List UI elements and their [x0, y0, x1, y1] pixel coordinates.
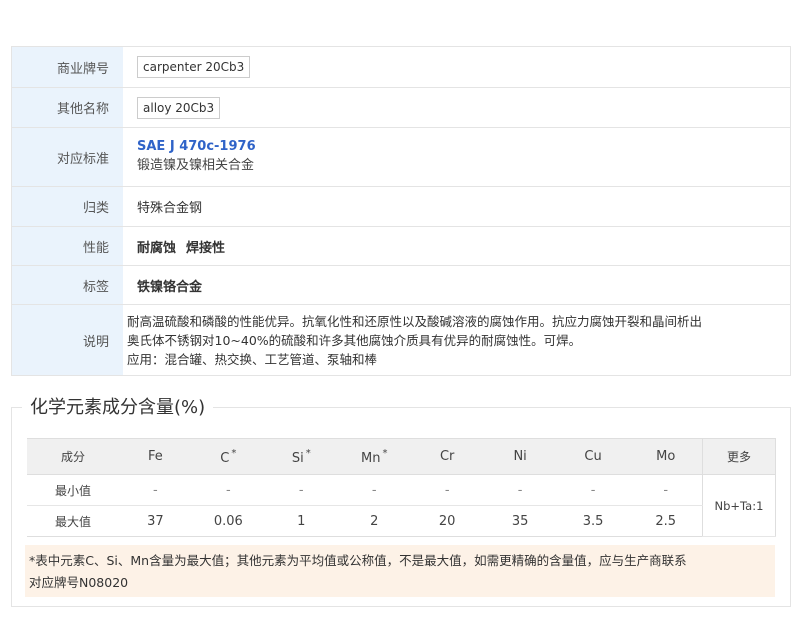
max-c: 0.06	[191, 505, 265, 537]
header-component: 成分	[27, 438, 119, 475]
trade-name-label: 商业牌号	[12, 47, 123, 87]
max-si: 1	[264, 505, 338, 537]
element-symbol: Ni	[513, 449, 527, 464]
max-mn: 2	[337, 505, 411, 537]
note-line: 对应牌号N08020	[29, 575, 129, 590]
header-element-mn: Mn *	[337, 438, 411, 475]
category-value: 特殊合金钢	[123, 187, 790, 226]
header-element-ni: Ni	[483, 438, 557, 475]
standard-description: 锻造镍及镍相关合金	[137, 158, 255, 173]
description-line: 应用：混合罐、热交换、工艺管道、泵轴和棒	[127, 351, 378, 367]
asterisk: *	[382, 447, 388, 459]
category-label: 归类	[12, 187, 123, 226]
asterisk: *	[305, 447, 311, 459]
min-c: -	[191, 474, 265, 506]
trade-name-tag[interactable]: carpenter 20Cb3	[137, 56, 251, 78]
header-element-cr: Cr	[410, 438, 484, 475]
info-row-other-name: 其他名称 alloy 20Cb3	[12, 88, 790, 128]
other-name-tag[interactable]: alloy 20Cb3	[137, 96, 221, 119]
description-text: 耐高温硫酸和磷酸的性能优异。抗氧化性和还原性以及酸碱溶液的腐蚀作用。抗应力腐蚀开…	[123, 305, 790, 375]
tag-value-cell: 铁镍铬合金	[123, 266, 790, 304]
standard-code-link[interactable]: SAE J 470c-1976	[137, 138, 790, 156]
table-row: 最大值 37 0.06 1 2 20 35 3.5 2.5	[27, 505, 776, 537]
composition-table: 成分 Fe C * Si * Mn * Cr Ni Cu Mo 更多 最小值 - - …	[27, 438, 777, 537]
max-ni: 35	[483, 505, 557, 537]
header-element-fe: Fe	[118, 438, 192, 475]
element-symbol: Mn	[360, 450, 381, 466]
min-label: 最小值	[27, 474, 119, 506]
max-label: 最大值	[27, 505, 119, 537]
max-mo: 2.5	[629, 505, 703, 537]
info-row-trade-name: 商业牌号 carpenter 20Cb3	[12, 47, 790, 88]
min-si: -	[264, 474, 338, 506]
tag-label: 标签	[12, 266, 123, 304]
info-row-category: 归类 特殊合金钢	[12, 187, 790, 227]
element-symbol: Cr	[439, 449, 455, 464]
description-line: 奥氏体不锈钢对10~40%的硫酸和许多其他腐蚀介质具有优异的耐腐蚀性。可焊。	[127, 332, 582, 348]
standard-label: 对应标准	[12, 128, 123, 186]
element-symbol: Mo	[656, 449, 676, 464]
min-cu: -	[556, 474, 630, 506]
asterisk: *	[231, 447, 237, 459]
material-info-table: 商业牌号 carpenter 20Cb3 其他名称 alloy 20Cb3 对应…	[11, 46, 791, 376]
header-element-c: C *	[191, 438, 265, 475]
note-line: *表中元素C、Si、Mn含量为最大值；其他元素为平均值或公称值，不是最大值，如需…	[29, 553, 687, 568]
composition-note: *表中元素C、Si、Mn含量为最大值；其他元素为平均值或公称值，不是最大值，如需…	[25, 545, 775, 597]
standard-cell: SAE J 470c-1976 锻造镍及镍相关合金	[123, 128, 790, 186]
max-fe: 37	[118, 505, 192, 537]
min-fe: -	[118, 474, 192, 506]
other-name-cell: alloy 20Cb3	[123, 88, 790, 127]
description-label: 说明	[12, 305, 123, 375]
header-element-cu: Cu	[556, 438, 630, 475]
min-mn: -	[337, 474, 411, 506]
header-more[interactable]: 更多	[701, 438, 777, 475]
property-corrosion-resistance: 耐腐蚀	[137, 240, 177, 256]
element-symbol: Cu	[584, 449, 602, 464]
composition-header-row: 成分 Fe C * Si * Mn * Cr Ni Cu Mo 更多	[27, 438, 777, 475]
property-label: 性能	[12, 227, 123, 265]
info-row-description: 说明 耐高温硫酸和磷酸的性能优异。抗氧化性和还原性以及酸碱溶液的腐蚀作用。抗应力…	[12, 305, 790, 375]
trade-name-cell: carpenter 20Cb3	[123, 47, 790, 87]
max-cu: 3.5	[556, 505, 630, 537]
property-weldability: 焊接性	[186, 240, 226, 256]
other-name-label: 其他名称	[12, 88, 123, 127]
tag-value: 铁镍铬合金	[137, 279, 203, 295]
more-value: Nb+Ta:1	[701, 474, 777, 537]
min-ni: -	[483, 474, 557, 506]
info-row-standard: 对应标准 SAE J 470c-1976 锻造镍及镍相关合金	[12, 128, 790, 187]
header-element-si: Si *	[264, 438, 338, 475]
table-row: 最小值 - - - - - - - - Nb+Ta:1	[27, 474, 777, 537]
category-text: 特殊合金钢	[137, 201, 203, 216]
element-symbol: Fe	[148, 449, 163, 464]
description-line: 耐高温硫酸和磷酸的性能优异。抗氧化性和还原性以及酸碱溶液的腐蚀作用。抗应力腐蚀开…	[127, 313, 703, 329]
header-element-mo: Mo	[629, 438, 703, 475]
min-mo: -	[629, 474, 703, 506]
property-values: 耐腐蚀 焊接性	[123, 227, 790, 265]
composition-title: 化学元素成分含量(%)	[22, 393, 214, 419]
info-row-properties: 性能 耐腐蚀 焊接性	[12, 227, 790, 266]
info-row-tags: 标签 铁镍铬合金	[12, 266, 790, 305]
element-symbol: C	[220, 450, 230, 466]
max-cr: 20	[410, 505, 484, 537]
min-cr: -	[410, 474, 484, 506]
element-symbol: Si	[291, 450, 304, 466]
